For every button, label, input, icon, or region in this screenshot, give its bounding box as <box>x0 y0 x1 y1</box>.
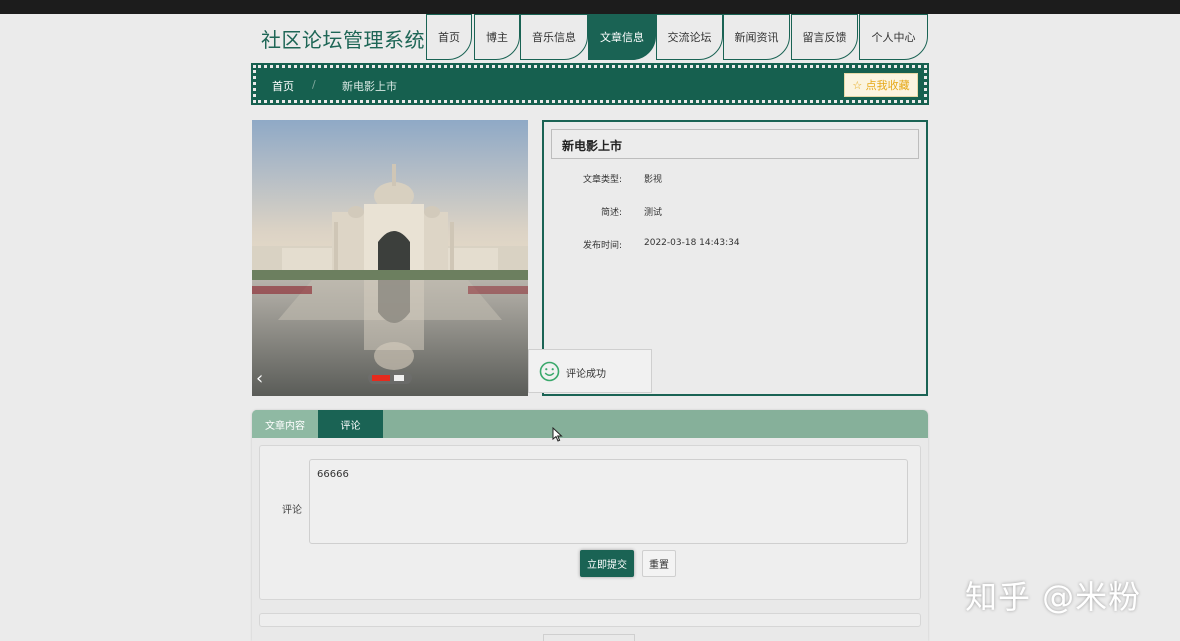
success-toast: 评论成功 <box>528 349 652 393</box>
nav-item-articles[interactable]: 文章信息 <box>588 14 656 60</box>
breadcrumb-separator: / <box>312 78 316 91</box>
field-value: 影视 <box>644 175 663 185</box>
nav-item-forum[interactable]: 交流论坛 <box>656 14 723 60</box>
field-value: 2022-03-18 14:43:34 <box>644 238 740 248</box>
nav-item-bloggers[interactable]: 博主 <box>474 14 520 60</box>
carousel-indicator-active <box>372 375 390 381</box>
tab-comment[interactable]: 评论 <box>318 410 383 438</box>
nav-item-home[interactable]: 首页 <box>426 14 472 60</box>
breadcrumb-bar: 首页 / 新电影上市 ☆ 点我收藏 <box>251 63 929 105</box>
mouse-cursor-icon <box>552 427 563 442</box>
breadcrumb-home-link[interactable]: 首页 <box>272 78 294 94</box>
tabs-header: 文章内容 评论 <box>252 410 928 438</box>
submit-button[interactable]: 立即提交 <box>580 550 634 577</box>
field-label: 文章类型: <box>582 175 622 185</box>
nav-item-profile[interactable]: 个人中心 <box>859 14 928 60</box>
nav-item-music[interactable]: 音乐信息 <box>520 14 588 60</box>
comment-form: 评论 66666 立即提交 重置 <box>259 445 921 600</box>
breadcrumb-current: 新电影上市 <box>342 80 397 93</box>
field-label: 简述: <box>600 208 622 218</box>
carousel-indicator <box>394 375 404 381</box>
comment-list <box>259 613 921 627</box>
carousel-prev-icon: ‹ <box>256 368 263 389</box>
favorite-button[interactable]: ☆ 点我收藏 <box>844 73 918 97</box>
mosque-photo: ‹ <box>252 120 528 396</box>
article-title: 新电影上市 <box>551 129 919 159</box>
tab-article-content[interactable]: 文章内容 <box>252 410 318 438</box>
nav-item-feedback[interactable]: 留言反馈 <box>791 14 858 60</box>
watermark: 知乎 @米粉 <box>965 578 1142 616</box>
nav-item-news[interactable]: 新闻资讯 <box>723 14 790 60</box>
smiley-icon <box>539 361 560 382</box>
field-value: 测试 <box>644 208 663 218</box>
window-top-bar <box>0 0 1180 14</box>
field-label: 发布时间: <box>582 241 622 251</box>
article-image-carousel[interactable]: ‹ <box>252 120 528 396</box>
toast-message: 评论成功 <box>566 369 606 380</box>
reset-button[interactable]: 重置 <box>642 550 676 577</box>
article-tabs: 文章内容 评论 评论 66666 立即提交 重置 <box>252 410 928 641</box>
comment-label: 评论 <box>282 505 302 516</box>
site-title: 社区论坛管理系统 <box>261 28 425 52</box>
pagination[interactable] <box>543 634 635 641</box>
comment-textarea[interactable]: 66666 <box>309 459 908 544</box>
